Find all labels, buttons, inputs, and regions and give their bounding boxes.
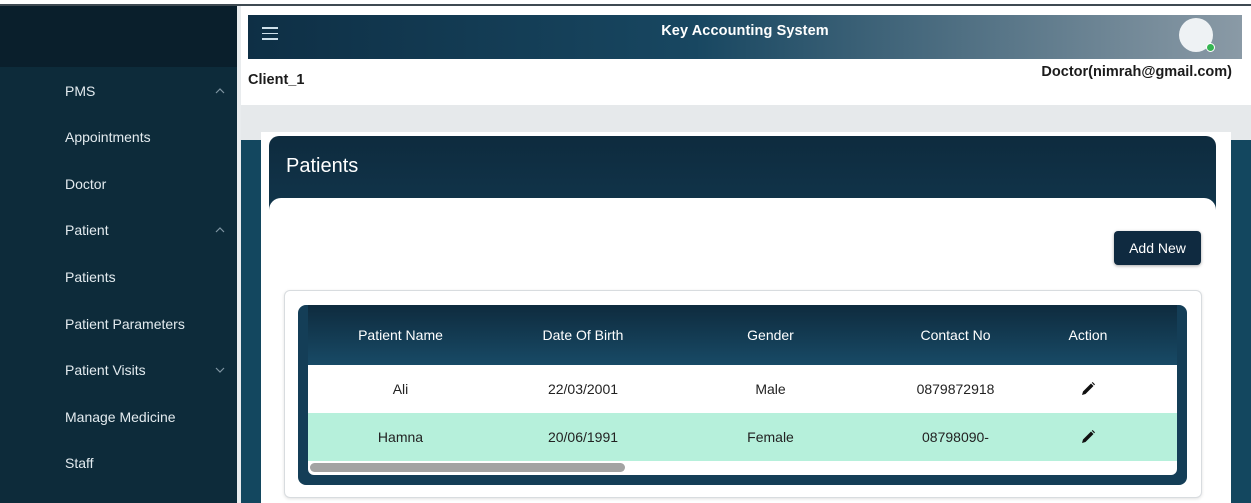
sidebar-item-manage-medicine[interactable]: Manage Medicine: [0, 394, 237, 440]
horizontal-scrollbar[interactable]: [308, 461, 1177, 475]
cell-patient-name: Hamna: [377, 429, 424, 445]
sidebar-item-label: Patient Visits: [65, 362, 146, 378]
chevron-up-icon: [214, 86, 226, 96]
cell-gender: Male: [755, 381, 786, 397]
sidebar-item-patients[interactable]: Patients: [0, 254, 237, 300]
sidebar-item-label: Staff: [65, 455, 94, 471]
sidebar-item-label: PMS: [65, 83, 96, 99]
sidebar-item-label: Doctor: [65, 176, 107, 192]
scrollbar-thumb[interactable]: [310, 463, 625, 472]
sidebar-item-staff[interactable]: Staff: [0, 440, 237, 486]
page-title: Patients: [286, 155, 359, 177]
sidebar-header: [0, 6, 237, 67]
column-header-gender[interactable]: Gender: [673, 305, 868, 365]
sidebar-item-label: Patients: [65, 269, 116, 285]
sidebar-item-label: Appointments: [65, 129, 151, 145]
table-row[interactable]: Hamna 20/06/1991 Female 08798090-: [308, 413, 1177, 461]
column-header-action: Action: [1068, 327, 1108, 343]
sidebar-item-patient-visits[interactable]: Patient Visits: [0, 347, 237, 393]
pencil-icon[interactable]: [1043, 413, 1133, 461]
chevron-down-icon: [214, 365, 226, 375]
sidebar-item-patient-parameters[interactable]: Patient Parameters: [0, 301, 237, 347]
sidebar-item-label: Manage Medicine: [65, 409, 176, 425]
top-header: Key Accounting System: [248, 15, 1242, 59]
cell-patient-name: Ali: [392, 381, 409, 397]
table-header: Patient Name Date Of Birth Gender Contac…: [308, 305, 1177, 365]
app-root: PMS Appointments Doctor Patient Patients…: [0, 0, 1251, 503]
cell-contact-no: 08798090-: [922, 429, 989, 445]
add-new-button[interactable]: Add New: [1114, 231, 1201, 265]
sidebar: PMS Appointments Doctor Patient Patients…: [0, 6, 237, 503]
user-identity[interactable]: Doctor(nimrah@gmail.com): [1041, 64, 1232, 80]
sidebar-item-label: Patient: [65, 222, 109, 238]
pencil-icon[interactable]: [1043, 365, 1133, 413]
sidebar-item-label: Patient Parameters: [65, 316, 185, 332]
column-header-contact-no[interactable]: Contact No: [868, 305, 1043, 365]
cell-contact-no: 0879872918: [916, 381, 995, 397]
app-title: Key Accounting System: [661, 23, 829, 39]
sidebar-item-pms[interactable]: PMS: [0, 68, 237, 114]
cell-date-of-birth: 22/03/2001: [547, 381, 619, 397]
table-row[interactable]: Ali 22/03/2001 Male 0879872918: [308, 365, 1177, 413]
online-status-icon: [1206, 43, 1215, 52]
sidebar-item-appointments[interactable]: Appointments: [0, 114, 237, 160]
column-header-date-of-birth[interactable]: Date Of Birth: [493, 305, 673, 365]
chevron-up-icon: [214, 225, 226, 235]
client-name: Client_1: [248, 72, 305, 88]
cell-gender: Female: [747, 429, 794, 445]
cell-date-of-birth: 20/06/1991: [547, 429, 619, 445]
sidebar-item-patient[interactable]: Patient: [0, 207, 237, 253]
column-header-patient-name[interactable]: Patient Name: [308, 305, 493, 365]
sidebar-item-doctor[interactable]: Doctor: [0, 161, 237, 207]
patients-table: Patient Name Date Of Birth Gender Contac…: [298, 305, 1187, 485]
